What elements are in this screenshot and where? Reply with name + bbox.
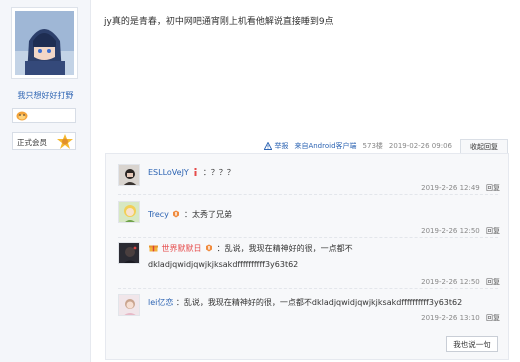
reply-username[interactable]: 世界默默日 — [162, 244, 202, 253]
divider — [118, 288, 498, 289]
say-something-button[interactable]: 我也说一句 — [446, 336, 498, 352]
post-content: jy真的是青春，初中网吧通宵刚上机看他解说直接睡到9点 — [104, 17, 334, 27]
user-avatar-icon — [119, 243, 139, 263]
member-badge[interactable]: 正式会员 — [12, 132, 76, 150]
warning-icon — [264, 142, 273, 150]
reply-time: 2019-2-26 13:10 — [421, 314, 480, 322]
reply-button[interactable]: 回复 — [486, 184, 500, 192]
collapse-replies-button[interactable]: 收起回复 — [460, 139, 508, 153]
reply-button[interactable]: 回复 — [486, 227, 500, 235]
user-avatar-icon — [119, 165, 139, 185]
user-avatar-icon — [119, 295, 139, 315]
user-avatar-icon — [119, 202, 139, 222]
vip-icon — [173, 210, 180, 218]
author-sidebar: 我只想好好打野 正式会员 — [0, 0, 91, 362]
reply-username[interactable]: lei亿恋 — [148, 298, 173, 307]
floor-number: 573楼 — [362, 142, 383, 150]
author-avatar[interactable] — [11, 7, 78, 79]
author-username[interactable]: 我只想好好打野 — [0, 90, 91, 101]
reply-list: ESLLoVeJY ：？？？ 2019-2-26 12:49 回复 Trecy — [105, 153, 509, 360]
client-link[interactable]: 来自Android客户端 — [294, 141, 356, 151]
hooded-character-icon — [15, 11, 74, 75]
reply-content: ：太秀了兄弟 — [183, 210, 232, 219]
divider — [118, 194, 498, 195]
reply-button[interactable]: 回复 — [486, 314, 500, 322]
reply-content: ：乱说，我现在精神好的很，一点都不dkladjqwidjqwjkjksakdff… — [175, 298, 463, 307]
reply-content: ：乱说，我现在精神好的很，一点都不 — [216, 244, 353, 253]
reply-avatar[interactable] — [118, 201, 140, 223]
report-link[interactable]: 举报 — [264, 141, 288, 151]
reply-content-continued: dkladjqwidjqwjkjksakdffffffffff3y63t62 — [148, 260, 299, 269]
vip-icon — [206, 244, 213, 252]
reply-avatar[interactable] — [118, 294, 140, 316]
reply-time: 2019-2-26 12:50 — [421, 227, 480, 235]
emoji-badge-icon — [16, 111, 28, 121]
reply-content: ：？？？ — [202, 168, 235, 177]
reply-time: 2019-2-26 12:49 — [421, 184, 480, 192]
post-time: 2019-02-26 09:06 — [388, 142, 452, 150]
medal-icon — [57, 134, 73, 149]
divider — [118, 237, 498, 238]
reply-time: 2019-2-26 12:50 — [421, 278, 480, 286]
reply-avatar[interactable] — [118, 164, 140, 186]
post-meta: 举报 来自Android客户端 573楼 2019-02-26 09:06 收起… — [264, 139, 508, 153]
reply-username[interactable]: Trecy — [148, 210, 169, 219]
level-icon — [194, 168, 197, 176]
reply-button[interactable]: 回复 — [486, 278, 500, 286]
reply-avatar[interactable] — [118, 242, 140, 264]
gift-badge-icon — [149, 245, 158, 252]
level-badge[interactable] — [12, 108, 76, 123]
reply-username[interactable]: ESLLoVeJY — [148, 168, 189, 177]
member-label: 正式会员 — [17, 138, 47, 147]
